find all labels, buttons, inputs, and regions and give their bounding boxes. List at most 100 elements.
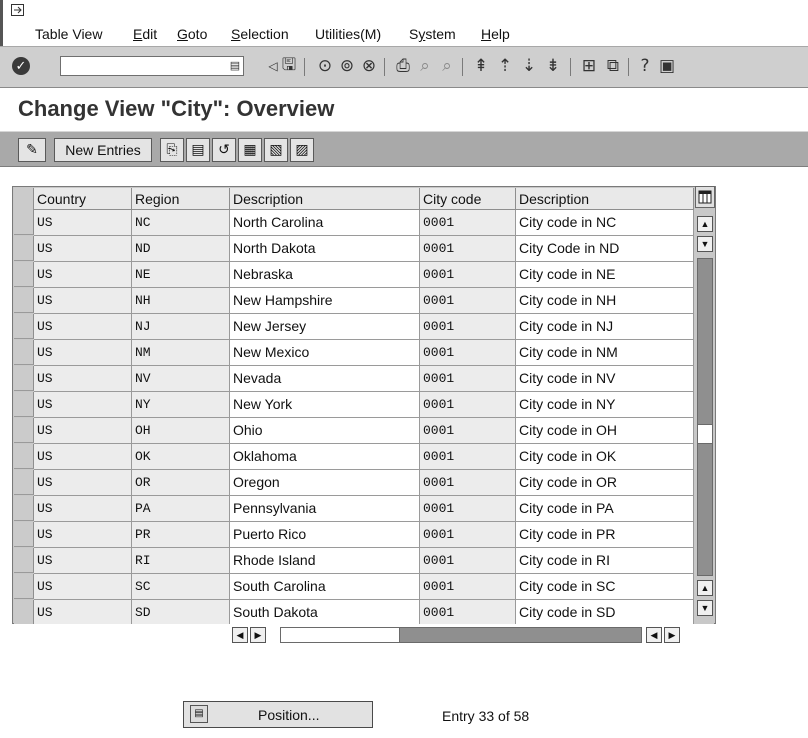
cell-city-code[interactable]: 0001	[420, 262, 516, 288]
back-icon[interactable]: ⊙	[314, 55, 336, 77]
menu-selection[interactable]: Selection	[231, 26, 289, 42]
row-selector[interactable]	[14, 262, 34, 287]
cell-city-description[interactable]: City code in NC	[516, 210, 694, 236]
menu-goto[interactable]: Goto	[177, 26, 207, 42]
menu-help[interactable]: Help	[481, 26, 510, 42]
row-selector[interactable]	[14, 288, 34, 313]
cell-city-code[interactable]: 0001	[420, 210, 516, 236]
cell-city-description[interactable]: City code in PR	[516, 522, 694, 548]
scroll-right-icon[interactable]: ▶	[250, 627, 266, 643]
cell-city-code[interactable]: 0001	[420, 340, 516, 366]
horizontal-scroll-thumb[interactable]	[280, 627, 400, 643]
cell-city-description[interactable]: City code in RI	[516, 548, 694, 574]
cell-city-description[interactable]: City code in OR	[516, 470, 694, 496]
shortcut-icon[interactable]: ⧉	[602, 55, 624, 77]
cell-city-code[interactable]: 0001	[420, 470, 516, 496]
row-selector[interactable]	[14, 574, 34, 599]
command-history-icon[interactable]: ▤	[229, 58, 241, 74]
scroll-right-end-icon[interactable]: ▶	[664, 627, 680, 643]
row-selector[interactable]	[14, 548, 34, 573]
cell-city-code[interactable]: 0001	[420, 548, 516, 574]
table-row: US OH Ohio 0001 City code in OH	[14, 418, 694, 444]
delete-icon[interactable]: ▤	[186, 138, 210, 162]
row-selector[interactable]	[14, 496, 34, 521]
cell-city-description[interactable]: City code in NY	[516, 392, 694, 418]
next-page-icon[interactable]: ⇣	[518, 55, 540, 77]
print-icon[interactable]: ⎙	[392, 55, 414, 77]
row-selector[interactable]	[14, 418, 34, 443]
last-page-icon[interactable]: ⇟	[542, 55, 564, 77]
new-entries-button[interactable]: New Entries	[54, 138, 152, 162]
scroll-up-icon[interactable]: ▲	[697, 216, 713, 232]
cell-city-code[interactable]: 0001	[420, 522, 516, 548]
first-page-icon[interactable]: ⇞	[470, 55, 492, 77]
scroll-down-icon[interactable]: ▼	[697, 600, 713, 616]
row-selector[interactable]	[14, 236, 34, 261]
cancel-icon[interactable]: ⊗	[358, 55, 380, 77]
cell-city-code[interactable]: 0001	[420, 496, 516, 522]
menu-edit[interactable]: Edit	[133, 26, 157, 42]
row-selector[interactable]	[14, 444, 34, 469]
column-header-city-description[interactable]: Description	[516, 188, 694, 210]
cell-city-description[interactable]: City code in PA	[516, 496, 694, 522]
cell-city-description[interactable]: City code in OH	[516, 418, 694, 444]
cell-city-description[interactable]: City code in NJ	[516, 314, 694, 340]
column-header-description[interactable]: Description	[230, 188, 420, 210]
cell-city-code[interactable]: 0001	[420, 288, 516, 314]
cell-city-code[interactable]: 0001	[420, 314, 516, 340]
vertical-scroll-track[interactable]	[697, 258, 713, 576]
enter-icon[interactable]: ✓	[12, 57, 30, 75]
cell-city-description[interactable]: City Code in ND	[516, 236, 694, 262]
row-selector[interactable]	[14, 366, 34, 391]
menu-icon[interactable]	[11, 4, 24, 16]
menu-utilities[interactable]: Utilities(M)	[315, 26, 381, 42]
page-down-icon[interactable]: ▼	[697, 236, 713, 252]
cell-city-code[interactable]: 0001	[420, 600, 516, 626]
row-selector[interactable]	[14, 392, 34, 417]
menu-table-view[interactable]: Table View	[35, 26, 102, 42]
page-up-icon[interactable]: ▲	[697, 580, 713, 596]
select-block-icon[interactable]: ▧	[264, 138, 288, 162]
cell-city-code[interactable]: 0001	[420, 236, 516, 262]
create-session-icon[interactable]: ⊞	[578, 55, 600, 77]
cell-city-code[interactable]: 0001	[420, 444, 516, 470]
cell-city-code[interactable]: 0001	[420, 366, 516, 392]
cell-city-code[interactable]: 0001	[420, 574, 516, 600]
vertical-scroll-thumb[interactable]	[697, 424, 713, 444]
row-selector[interactable]	[14, 210, 34, 235]
row-selector[interactable]	[14, 522, 34, 547]
layout-icon[interactable]: ▣	[656, 55, 678, 77]
command-field[interactable]	[60, 56, 244, 76]
scroll-left-end-icon[interactable]: ◀	[646, 627, 662, 643]
undo-change-icon[interactable]: ↺	[212, 138, 236, 162]
help-icon[interactable]: ?	[634, 55, 656, 77]
display-change-icon[interactable]: ✎	[18, 138, 46, 162]
cell-city-description[interactable]: City code in NM	[516, 340, 694, 366]
cell-city-code[interactable]: 0001	[420, 392, 516, 418]
row-selector[interactable]	[14, 600, 34, 625]
column-header-city-code[interactable]: City code	[420, 188, 516, 210]
cell-city-description[interactable]: City code in SC	[516, 574, 694, 600]
position-button[interactable]: ▤ Position...	[183, 701, 373, 728]
select-all-icon[interactable]: ▦	[238, 138, 262, 162]
column-header-region[interactable]: Region	[132, 188, 230, 210]
row-selector[interactable]	[14, 314, 34, 339]
cell-city-description[interactable]: City code in NE	[516, 262, 694, 288]
cell-city-code[interactable]: 0001	[420, 418, 516, 444]
exit-icon[interactable]: ⊚	[336, 55, 358, 77]
cell-city-description[interactable]: City code in OK	[516, 444, 694, 470]
row-selector[interactable]	[14, 470, 34, 495]
select-all-rows-header[interactable]	[14, 188, 34, 210]
copy-as-icon[interactable]: ⎘	[160, 138, 184, 162]
cell-city-description[interactable]: City code in NH	[516, 288, 694, 314]
scroll-left-icon[interactable]: ◀	[232, 627, 248, 643]
menu-system[interactable]: System	[409, 26, 456, 42]
previous-page-icon[interactable]: ⇡	[494, 55, 516, 77]
cell-city-description[interactable]: City code in NV	[516, 366, 694, 392]
save-icon[interactable]: 🖫	[278, 55, 300, 77]
cell-city-description[interactable]: City code in SD	[516, 600, 694, 626]
row-selector[interactable]	[14, 340, 34, 365]
deselect-all-icon[interactable]: ▨	[290, 138, 314, 162]
column-header-country[interactable]: Country	[34, 188, 132, 210]
table-settings-icon[interactable]	[695, 186, 715, 208]
